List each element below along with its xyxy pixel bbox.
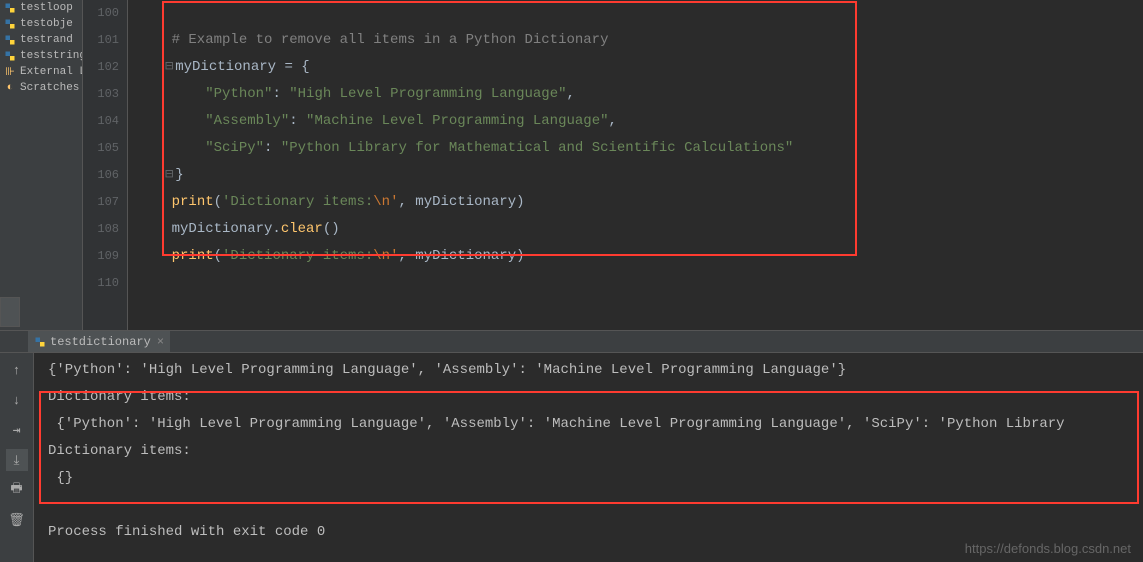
comma: ,	[609, 113, 617, 129]
sidebar-item-label: Scratches a	[20, 82, 83, 94]
comma: ,	[567, 86, 575, 102]
run-tabs: testdictionary ×	[0, 330, 1143, 353]
console-line	[48, 492, 1129, 519]
sidebar-item-label: External Lib	[20, 66, 83, 78]
code-editor[interactable]: # Example to remove all items in a Pytho…	[128, 0, 1143, 330]
sidebar-item-label: testobje	[20, 18, 73, 30]
code-line-108[interactable]: myDictionary.clear()	[128, 216, 1143, 243]
console-output[interactable]: {'Python': 'High Level Programming Langu…	[34, 353, 1143, 562]
paren: (	[214, 248, 222, 264]
colon: :	[264, 140, 281, 156]
paren: (	[214, 194, 222, 210]
line-number: 106	[83, 162, 127, 189]
line-number: 102	[83, 54, 127, 81]
code-text: }	[175, 167, 183, 183]
watermark-text: https://defonds.blog.csdn.net	[965, 541, 1131, 556]
tab-label: testdictionary	[50, 335, 151, 349]
line-number: 109	[83, 243, 127, 270]
close-icon[interactable]: ×	[157, 335, 164, 349]
python-file-icon	[4, 34, 16, 46]
line-number: 103	[83, 81, 127, 108]
code-line-109[interactable]: print('Dictionary items:\n', myDictionar…	[128, 243, 1143, 270]
sidebar-scratches[interactable]: ◐ Scratches a	[0, 80, 82, 96]
code-line-105[interactable]: "SciPy": "Python Library for Mathematica…	[128, 135, 1143, 162]
identifier: myDictionary.	[138, 221, 281, 237]
scratches-icon: ◐	[4, 82, 16, 94]
run-tool-window: ↑ ↓ ⇥ ⤓ 🖶 🗑 {'Python': 'High Level Progr…	[0, 353, 1143, 562]
escape-seq: \n'	[373, 248, 398, 264]
code-text: ()	[323, 221, 340, 237]
string-literal: "Python Library for Mathematical and Sci…	[281, 140, 793, 156]
code-line-110[interactable]	[128, 270, 1143, 297]
code-line-102[interactable]: ⊟myDictionary = {	[128, 54, 1143, 81]
code-line-100[interactable]	[128, 0, 1143, 27]
sidebar-item-testloop[interactable]: testloop	[0, 0, 82, 16]
console-line: {'Python': 'High Level Programming Langu…	[48, 357, 1129, 384]
line-gutter: 100 101 102 103 104 105 106 107 108 109 …	[83, 0, 128, 330]
sidebar-item-label: testrand	[20, 34, 73, 46]
line-number: 108	[83, 216, 127, 243]
console-line: Dictionary items:	[48, 384, 1129, 411]
string-literal: "Python"	[205, 86, 272, 102]
tool-window-button[interactable]	[0, 297, 20, 327]
code-text: , myDictionary)	[398, 248, 524, 264]
code-line-107[interactable]: print('Dictionary items:\n', myDictionar…	[128, 189, 1143, 216]
wrap-icon[interactable]: ⇥	[6, 419, 28, 441]
string-literal: 'Dictionary items:	[222, 248, 373, 264]
string-literal: "SciPy"	[205, 140, 264, 156]
python-file-icon	[4, 50, 16, 62]
print-icon[interactable]: 🖶	[6, 479, 28, 501]
console-line: Dictionary items:	[48, 438, 1129, 465]
sidebar-item-testobje[interactable]: testobje	[0, 16, 82, 32]
console-toolbar: ↑ ↓ ⇥ ⤓ 🖶 🗑	[0, 353, 34, 562]
library-icon: ⊪	[4, 66, 16, 78]
code-line-101[interactable]: # Example to remove all items in a Pytho…	[128, 27, 1143, 54]
escape-seq: \n'	[373, 194, 398, 210]
colon: :	[289, 113, 306, 129]
project-sidebar[interactable]: testloop testobje testrand teststring ⊪ …	[0, 0, 83, 330]
down-icon[interactable]: ↓	[6, 389, 28, 411]
code-line-106[interactable]: ⊟}	[128, 162, 1143, 189]
sidebar-external-libs[interactable]: ⊪ External Lib	[0, 64, 82, 80]
builtin-func: print	[172, 248, 214, 264]
python-file-icon	[34, 336, 46, 348]
python-file-icon	[4, 2, 16, 14]
string-literal: "High Level Programming Language"	[289, 86, 566, 102]
method-call: clear	[281, 221, 323, 237]
code-line-104[interactable]: "Assembly": "Machine Level Programming L…	[128, 108, 1143, 135]
string-literal: "Assembly"	[205, 113, 289, 129]
up-icon[interactable]: ↑	[6, 359, 28, 381]
editor-area: testloop testobje testrand teststring ⊪ …	[0, 0, 1143, 330]
line-number: 101	[83, 27, 127, 54]
string-literal: "Machine Level Programming Language"	[306, 113, 608, 129]
code-text: = {	[276, 59, 310, 75]
trash-icon[interactable]: 🗑	[6, 509, 28, 531]
line-number: 107	[83, 189, 127, 216]
fold-icon[interactable]: ⊟	[163, 162, 175, 189]
builtin-func: print	[172, 194, 214, 210]
code-line-103[interactable]: "Python": "High Level Programming Langua…	[128, 81, 1143, 108]
sidebar-item-teststring[interactable]: teststring	[0, 48, 82, 64]
code-text: , myDictionary)	[398, 194, 524, 210]
fold-icon[interactable]: ⊟	[163, 54, 175, 81]
console-line: {}	[48, 465, 1129, 492]
comment-text: # Example to remove all items in a Pytho…	[138, 32, 608, 48]
identifier: myDictionary	[175, 59, 276, 75]
line-number: 105	[83, 135, 127, 162]
python-file-icon	[4, 18, 16, 30]
console-line: {'Python': 'High Level Programming Langu…	[48, 411, 1129, 438]
scroll-icon[interactable]: ⤓	[6, 449, 28, 471]
tab-testdictionary[interactable]: testdictionary ×	[28, 331, 170, 352]
sidebar-item-testrand[interactable]: testrand	[0, 32, 82, 48]
sidebar-item-label: teststring	[20, 50, 83, 62]
line-number: 110	[83, 270, 127, 297]
sidebar-item-label: testloop	[20, 2, 73, 14]
line-number: 100	[83, 0, 127, 27]
line-number: 104	[83, 108, 127, 135]
code-text: :	[272, 86, 289, 102]
string-literal: 'Dictionary items:	[222, 194, 373, 210]
